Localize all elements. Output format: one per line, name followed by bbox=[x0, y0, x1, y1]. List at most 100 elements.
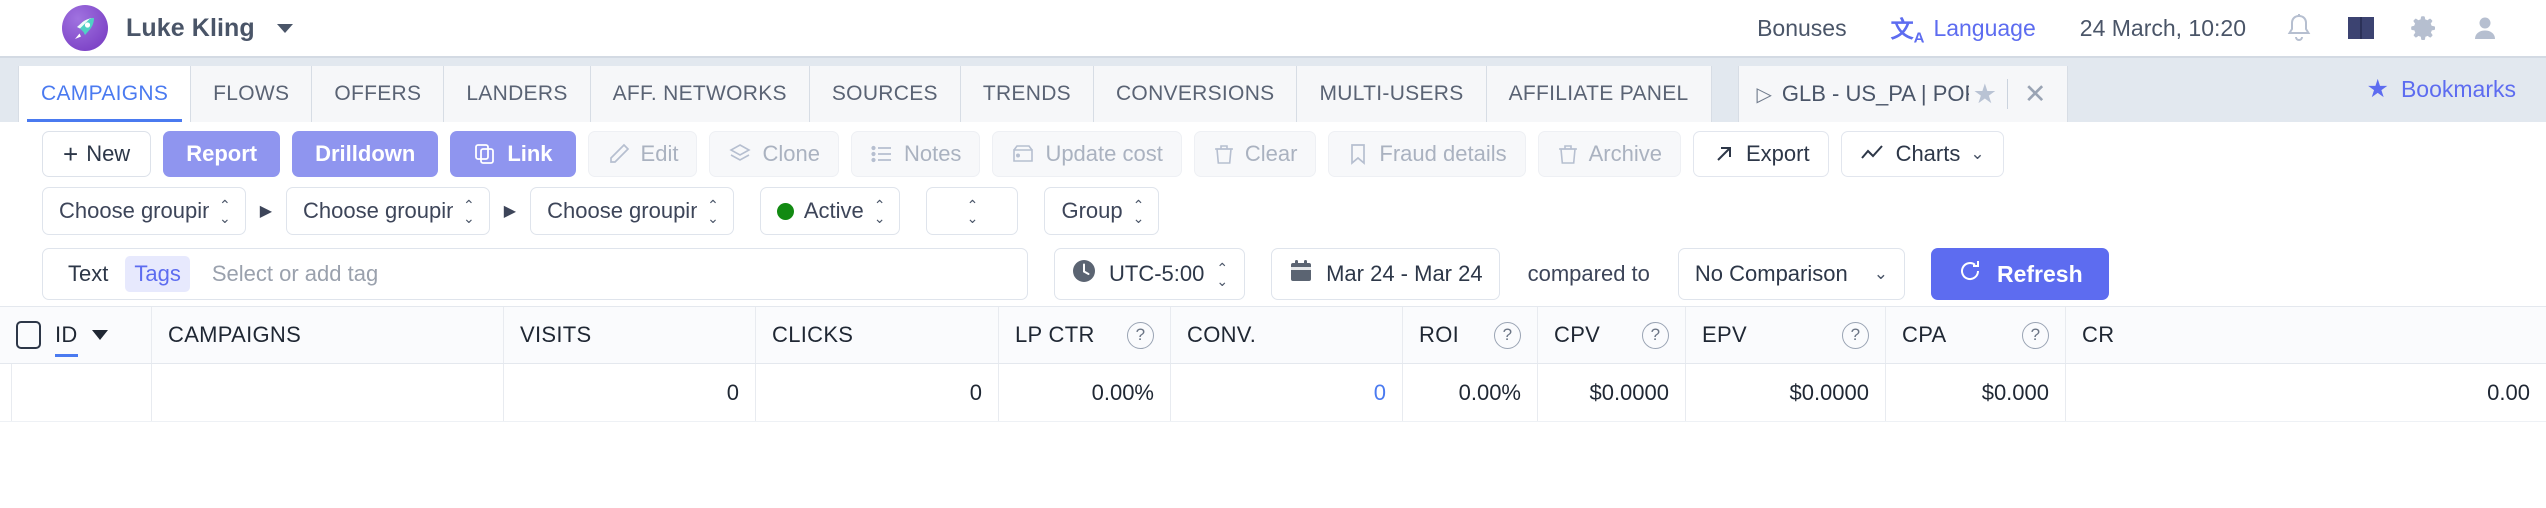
sort-desc-icon[interactable] bbox=[91, 330, 108, 340]
drilldown-button[interactable]: Drilldown bbox=[292, 131, 439, 177]
tab-strip: CAMPAIGNS FLOWS OFFERS LANDERS AFF. NETW… bbox=[0, 56, 2546, 122]
account-switcher[interactable]: Luke Kling bbox=[62, 5, 293, 51]
book-icon[interactable] bbox=[2330, 14, 2392, 42]
sort-updown-icon: ⌃ ⌄ bbox=[873, 196, 886, 226]
refresh-icon bbox=[1957, 258, 1983, 290]
help-icon[interactable]: ? bbox=[1494, 321, 1521, 349]
language-switcher[interactable]: 文A Language bbox=[1869, 10, 2058, 47]
chevron-down-icon: ⌄ bbox=[1970, 144, 1985, 163]
column-header-conv[interactable]: CONV. bbox=[1171, 307, 1403, 363]
grouping-select-3[interactable]: Choose grouping ⌃⌄ bbox=[530, 187, 734, 235]
sort-updown-icon: ⌃ ⌄ bbox=[966, 196, 979, 226]
status-select[interactable]: Active ⌃ ⌄ bbox=[759, 187, 901, 235]
bonuses-link[interactable]: Bonuses bbox=[1735, 15, 1869, 42]
help-icon[interactable]: ? bbox=[1842, 321, 1869, 349]
new-button[interactable]: + New bbox=[42, 131, 152, 177]
row-select-strip[interactable] bbox=[0, 364, 12, 421]
clone-button[interactable]: Clone bbox=[709, 131, 839, 177]
play-icon[interactable]: ▷ bbox=[1757, 82, 1772, 107]
column-header-cpa[interactable]: CPA ? bbox=[1886, 307, 2066, 363]
export-button[interactable]: Export bbox=[1692, 131, 1829, 177]
column-header-campaigns[interactable]: CAMPAIGNS bbox=[152, 307, 504, 363]
edit-label: Edit bbox=[640, 141, 679, 166]
grouping-select-1[interactable]: Choose grouping ⌃⌄ bbox=[42, 187, 246, 235]
edit-button[interactable]: Edit bbox=[587, 131, 698, 177]
cell-epv: $0.0000 bbox=[1686, 364, 1886, 421]
tab-campaigns[interactable]: CAMPAIGNS bbox=[18, 66, 192, 122]
tab-flows[interactable]: FLOWS bbox=[191, 66, 313, 122]
bell-icon[interactable] bbox=[2268, 12, 2330, 44]
gear-icon[interactable] bbox=[2392, 12, 2454, 44]
bookmarks-label: Bookmarks bbox=[2400, 75, 2516, 102]
clone-label: Clone bbox=[762, 141, 820, 166]
column-header-cr[interactable]: CR bbox=[2066, 307, 2546, 363]
tab-label: AFF. NETWORKS bbox=[612, 82, 787, 105]
wallet-icon bbox=[1011, 142, 1035, 166]
timezone-select[interactable]: UTC-5:00 ⌃ ⌄ bbox=[1054, 248, 1246, 300]
app-root: Luke Kling Bonuses 文A Language 24 March,… bbox=[0, 0, 2546, 508]
tab-conversions[interactable]: CONVERSIONS bbox=[1093, 66, 1298, 122]
filter-mode-text[interactable]: Text bbox=[59, 256, 117, 292]
drilldown-label: Drilldown bbox=[315, 141, 416, 166]
column-header-id[interactable]: ID bbox=[0, 307, 152, 363]
tag-input-placeholder[interactable]: Select or add tag bbox=[212, 261, 378, 287]
tab-affiliate-panel[interactable]: AFFILIATE PANEL bbox=[1486, 66, 1712, 122]
timezone-label: UTC-5:00 bbox=[1109, 261, 1205, 286]
column-header-visits[interactable]: VISITS bbox=[504, 307, 756, 363]
column-header-lp-ctr[interactable]: LP CTR ? bbox=[999, 307, 1171, 363]
chevron-down-icon[interactable] bbox=[276, 23, 293, 33]
tab-label: CAMPAIGNS bbox=[41, 82, 169, 105]
tab-offers[interactable]: OFFERS bbox=[312, 66, 445, 122]
select-all-checkbox[interactable] bbox=[16, 321, 41, 349]
link-button[interactable]: Link bbox=[450, 131, 576, 177]
column-header-cpv[interactable]: CPV ? bbox=[1538, 307, 1686, 363]
blank-select[interactable]: ⌃ ⌄ bbox=[926, 187, 1019, 235]
help-icon[interactable]: ? bbox=[1642, 321, 1669, 349]
sort-updown-icon: ⌃ ⌄ bbox=[707, 196, 719, 226]
table-row[interactable]: 0 0 0.00% 0 0.00% $0.0000 $0.0000 $0.000… bbox=[0, 364, 2546, 422]
charts-button[interactable]: Charts ⌄ bbox=[1840, 131, 2004, 177]
user-icon[interactable] bbox=[2454, 13, 2516, 43]
column-header-clicks[interactable]: CLICKS bbox=[756, 307, 999, 363]
cell-cpa: $0.000 bbox=[1886, 364, 2066, 421]
cell-conv[interactable]: 0 bbox=[1171, 364, 1403, 421]
refresh-button[interactable]: Refresh bbox=[1930, 248, 2109, 300]
tab-sources[interactable]: SOURCES bbox=[809, 66, 961, 122]
top-bar-right: Bonuses 文A Language 24 March, 10:20 bbox=[1735, 10, 2516, 47]
fraud-details-button[interactable]: Fraud details bbox=[1328, 131, 1526, 177]
cell-lp-ctr: 0.00% bbox=[999, 364, 1171, 421]
refresh-label: Refresh bbox=[1996, 260, 2083, 287]
cell-id bbox=[12, 364, 152, 421]
column-header-epv[interactable]: EPV ? bbox=[1686, 307, 1886, 363]
bookmarks-button[interactable]: ★ Bookmarks bbox=[2337, 56, 2546, 122]
line-chart-icon bbox=[1860, 144, 1886, 164]
notes-label: Notes bbox=[903, 141, 962, 166]
archive-button[interactable]: Archive bbox=[1537, 131, 1681, 177]
document-tab[interactable]: ▷ GLB - US_PA | POP ★ ✕ bbox=[1737, 66, 2068, 122]
tag-filter[interactable]: Text Tags Select or add tag bbox=[42, 248, 1028, 300]
column-header-roi[interactable]: ROI ? bbox=[1403, 307, 1538, 363]
report-label: Report bbox=[186, 141, 258, 166]
update-cost-button[interactable]: Update cost bbox=[992, 131, 1182, 177]
comparison-select[interactable]: No Comparison ⌄ bbox=[1677, 248, 1905, 300]
document-tab-label: GLB - US_PA | POP bbox=[1781, 81, 1969, 106]
date-range-picker[interactable]: Mar 24 - Mar 24 bbox=[1271, 248, 1500, 300]
tab-multi-users[interactable]: MULTI-USERS bbox=[1297, 66, 1487, 122]
tab-label: MULTI-USERS bbox=[1319, 82, 1464, 105]
fraud-details-label: Fraud details bbox=[1379, 141, 1507, 166]
report-button[interactable]: Report bbox=[163, 131, 281, 177]
help-icon[interactable]: ? bbox=[1127, 321, 1154, 349]
star-icon[interactable]: ★ bbox=[1973, 79, 1997, 110]
clear-button[interactable]: Clear bbox=[1193, 131, 1317, 177]
grouping-select-2[interactable]: Choose grouping ⌃⌄ bbox=[286, 187, 490, 235]
tab-landers[interactable]: LANDERS bbox=[444, 66, 591, 122]
tab-trends[interactable]: TRENDS bbox=[960, 66, 1094, 122]
filter-mode-tags[interactable]: Tags bbox=[125, 256, 190, 292]
tab-aff-networks[interactable]: AFF. NETWORKS bbox=[590, 66, 810, 122]
help-icon[interactable]: ? bbox=[2022, 321, 2049, 349]
plus-icon: + bbox=[63, 138, 79, 169]
export-arrow-icon bbox=[1712, 142, 1736, 166]
group-select[interactable]: Group ⌃ ⌄ bbox=[1044, 187, 1160, 235]
close-icon[interactable]: ✕ bbox=[2018, 79, 2053, 110]
notes-button[interactable]: Notes bbox=[850, 131, 981, 177]
